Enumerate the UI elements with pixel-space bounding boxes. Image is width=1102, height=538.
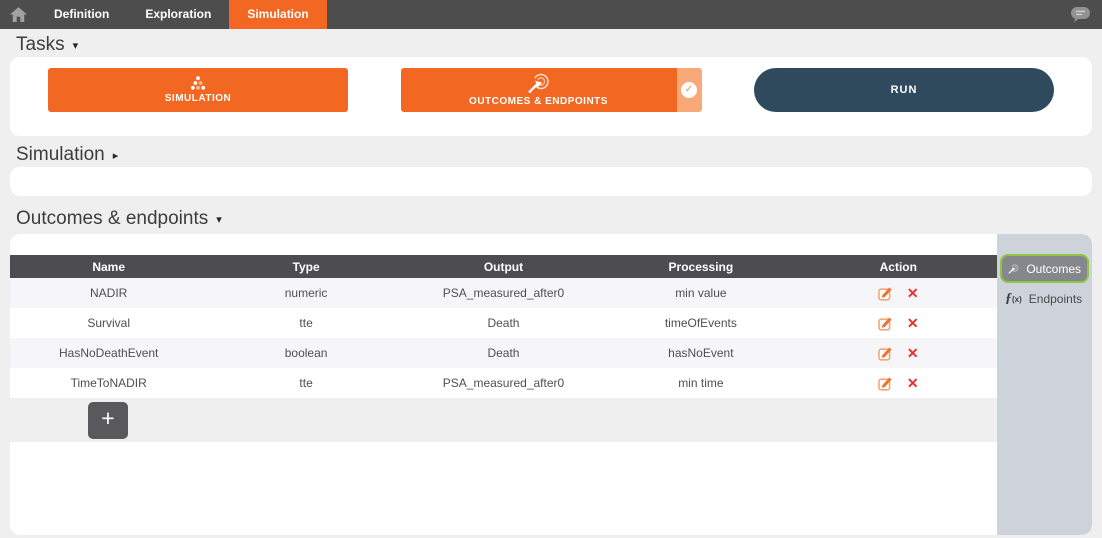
sidebar-tab-outcomes-label: Outcomes (1026, 262, 1081, 276)
cell-output: PSA_measured_after0 (405, 368, 602, 398)
check-circle-icon: ✓ (681, 82, 697, 98)
click-target-icon (527, 73, 551, 94)
fx-icon: ƒ (x) (1005, 292, 1022, 306)
home-icon (10, 7, 27, 22)
column-header-output: Output (405, 255, 602, 278)
cell-processing: hasNoEvent (602, 338, 799, 368)
cell-type: tte (207, 308, 404, 338)
cell-processing: timeOfEvents (602, 308, 799, 338)
outcomes-sidebar: Outcomes ƒ (x) Endpoints (997, 234, 1092, 535)
nav-tab-exploration[interactable]: Exploration (127, 0, 229, 29)
table-row: NADIR numeric PSA_measured_after0 min va… (10, 278, 997, 308)
cell-output: Death (405, 308, 602, 338)
edit-button[interactable] (878, 376, 893, 391)
outcomes-task-button-main[interactable]: OUTCOMES & ENDPOINTS (401, 68, 677, 112)
cell-processing: min time (602, 368, 799, 398)
delete-button[interactable]: ✕ (907, 376, 919, 390)
nav-tab-simulation[interactable]: Simulation (229, 0, 326, 29)
outcomes-table: Name Type Output Processing Action NADIR… (10, 255, 997, 398)
delete-button[interactable]: ✕ (907, 316, 919, 330)
edit-pencil-icon (878, 316, 893, 331)
fx-icon-x: (x) (1012, 295, 1022, 304)
delete-button[interactable]: ✕ (907, 346, 919, 360)
simulation-task-button[interactable]: SIMULATION (48, 68, 348, 112)
simulation-button-label: SIMULATION (165, 93, 231, 104)
table-row: TimeToNADIR tte PSA_measured_after0 min … (10, 368, 997, 398)
cell-type: tte (207, 368, 404, 398)
column-header-name: Name (10, 255, 207, 278)
add-outcome-button[interactable]: + (88, 402, 128, 439)
simulation-panel (10, 167, 1092, 196)
dots-pyramid-icon (188, 76, 208, 91)
run-button[interactable]: RUN (754, 68, 1054, 112)
outcomes-table-zone: Name Type Output Processing Action NADIR… (10, 234, 997, 442)
home-button[interactable] (0, 0, 36, 29)
top-nav-bar: Definition Exploration Simulation (0, 0, 1102, 29)
nav-tab-definition[interactable]: Definition (36, 0, 127, 29)
outcomes-heading-label: Outcomes & endpoints (16, 209, 208, 229)
tasks-panel: SIMULATION OUTCOMES & ENDPOINTS ✓ RUN (10, 57, 1092, 136)
cell-output: Death (405, 338, 602, 368)
cell-name: Survival (10, 308, 207, 338)
cell-name: HasNoDeathEvent (10, 338, 207, 368)
click-target-icon (1008, 261, 1019, 277)
edit-pencil-icon (878, 286, 893, 301)
add-row-strip: + (10, 398, 997, 442)
outcomes-section-heading[interactable]: Outcomes & endpoints ▾ (16, 209, 1102, 229)
edit-button[interactable] (878, 286, 893, 301)
delete-x-icon: ✕ (907, 346, 919, 360)
outcomes-completed-strip: ✓ (677, 68, 702, 112)
edit-pencil-icon (878, 376, 893, 391)
outcomes-button-label: OUTCOMES & ENDPOINTS (469, 96, 608, 107)
cell-type: numeric (207, 278, 404, 308)
caret-down-icon: ▾ (216, 208, 222, 230)
simulation-heading-label: Simulation (16, 145, 105, 165)
cell-name: NADIR (10, 278, 207, 308)
fx-icon-f: ƒ (1005, 292, 1012, 306)
chat-button[interactable] (1070, 6, 1091, 23)
edit-pencil-icon (878, 346, 893, 361)
column-header-action: Action (800, 255, 997, 278)
cell-name: TimeToNADIR (10, 368, 207, 398)
table-row: HasNoDeathEvent boolean Death hasNoEvent… (10, 338, 997, 368)
chat-bubble-icon (1070, 6, 1091, 23)
delete-x-icon: ✕ (907, 376, 919, 390)
run-button-label: RUN (891, 84, 918, 96)
table-row: Survival tte Death timeOfEvents ✕ (10, 308, 997, 338)
caret-down-icon: ▾ (73, 34, 79, 56)
delete-x-icon: ✕ (907, 286, 919, 300)
cell-processing: min value (602, 278, 799, 308)
edit-button[interactable] (878, 346, 893, 361)
column-header-type: Type (207, 255, 404, 278)
sidebar-tab-outcomes[interactable]: Outcomes (1000, 254, 1089, 283)
tasks-section-heading[interactable]: Tasks ▾ (16, 35, 1102, 55)
sidebar-tab-endpoints[interactable]: ƒ (x) Endpoints (997, 288, 1092, 310)
plus-icon: + (101, 407, 114, 430)
delete-button[interactable]: ✕ (907, 286, 919, 300)
table-header-row: Name Type Output Processing Action (10, 255, 997, 278)
edit-button[interactable] (878, 316, 893, 331)
caret-right-icon: ▸ (113, 144, 119, 166)
tasks-heading-label: Tasks (16, 35, 65, 55)
cell-type: boolean (207, 338, 404, 368)
simulation-section-heading[interactable]: Simulation ▸ (16, 145, 1102, 165)
column-header-processing: Processing (602, 255, 799, 278)
check-glyph: ✓ (685, 85, 693, 95)
outcomes-task-button[interactable]: OUTCOMES & ENDPOINTS ✓ (401, 68, 702, 112)
cell-output: PSA_measured_after0 (405, 278, 602, 308)
outcomes-panel: Name Type Output Processing Action NADIR… (10, 234, 1092, 535)
delete-x-icon: ✕ (907, 316, 919, 330)
sidebar-tab-endpoints-label: Endpoints (1029, 292, 1082, 306)
